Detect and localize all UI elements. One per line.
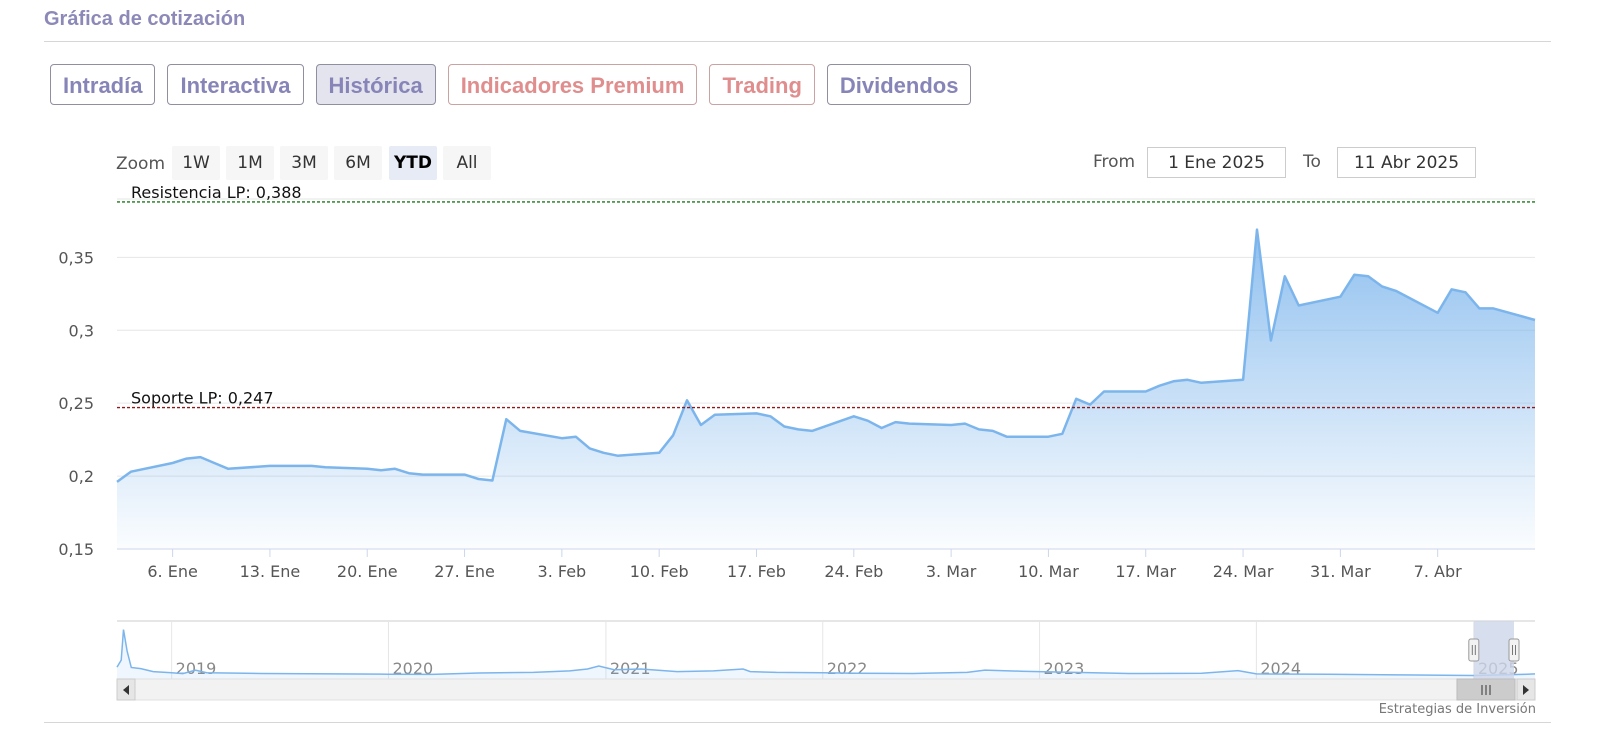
y-tick-label: 0,35 — [58, 248, 94, 267]
support-label: Soporte LP: 0,247 — [131, 389, 274, 408]
x-tick-label: 20. Ene — [337, 562, 398, 581]
price-chart[interactable]: 0,15 0,2 0,25 0,3 0,35 Resistencia LP: 0,388 S… — [0, 0, 1599, 740]
x-tick-label: 24. Feb — [824, 562, 883, 581]
x-tick-label: 6. Ene — [147, 562, 197, 581]
y-tick-label: 0,2 — [69, 467, 94, 486]
x-tick-label: 24. Mar — [1213, 562, 1274, 581]
x-tick-label: 3. Mar — [926, 562, 977, 581]
y-tick-label: 0,15 — [58, 540, 94, 559]
navigator-left-handle[interactable] — [1468, 638, 1480, 662]
x-tick-label: 31. Mar — [1310, 562, 1371, 581]
scrollbar-track — [116, 678, 1536, 701]
x-tick-label: 10. Mar — [1018, 562, 1079, 581]
x-tick-label: 17. Feb — [727, 562, 786, 581]
y-tick-label: 0,25 — [58, 394, 94, 413]
x-tick-label: 17. Mar — [1115, 562, 1176, 581]
x-tick-label: 27. Ene — [434, 562, 495, 581]
price-area — [117, 229, 1535, 549]
y-tick-label: 0,3 — [69, 321, 94, 340]
bottom-divider — [44, 722, 1551, 723]
x-tick-label: 7. Abr — [1414, 562, 1462, 581]
navigator-selected-range[interactable] — [1473, 621, 1514, 679]
x-tick-label: 13. Ene — [240, 562, 301, 581]
credit-label: Estrategias de Inversión — [1378, 702, 1536, 717]
x-tick-label: 3. Feb — [538, 562, 587, 581]
x-tick-label: 10. Feb — [630, 562, 689, 581]
resistance-label: Resistencia LP: 0,388 — [131, 183, 302, 202]
navigator-right-handle[interactable] — [1508, 638, 1520, 662]
